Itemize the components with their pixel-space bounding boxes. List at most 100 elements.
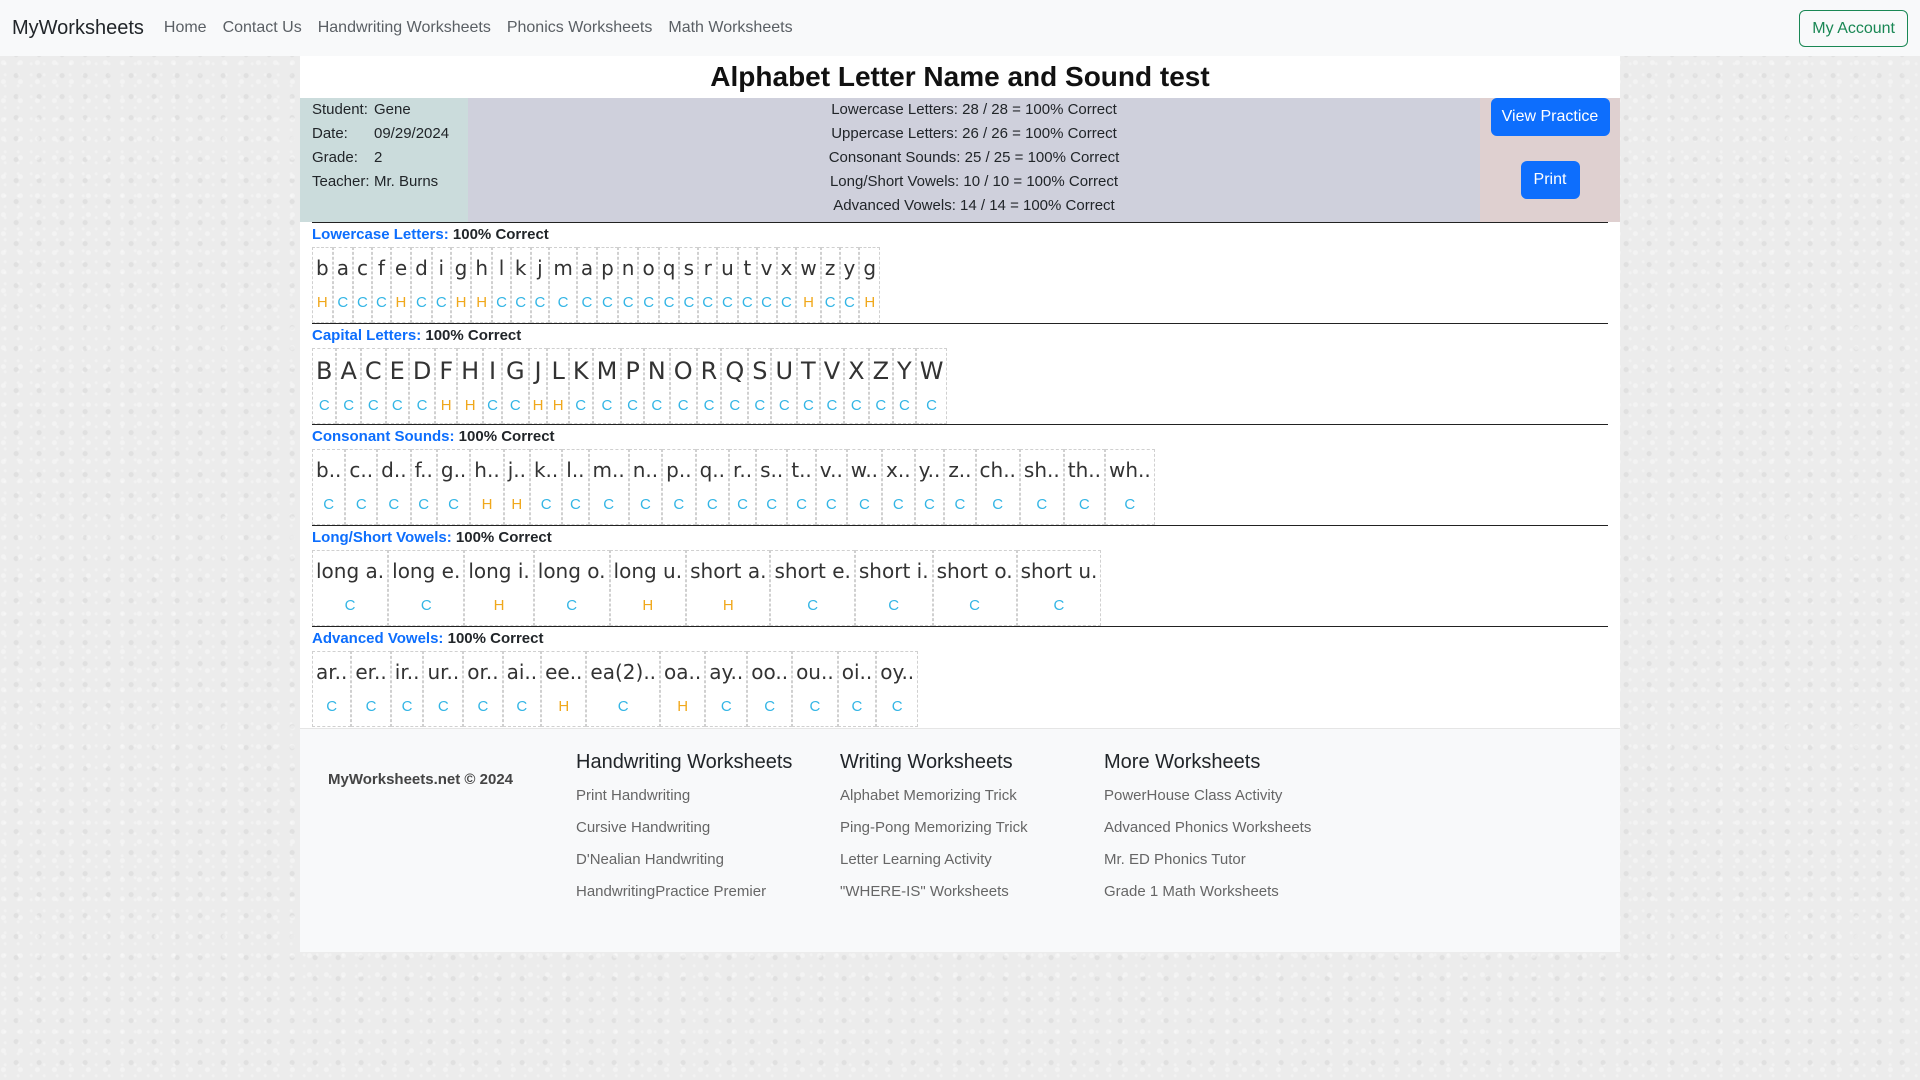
test-item: HH (457, 348, 484, 424)
footer-heading: More Worksheets (1104, 751, 1261, 773)
item-text: o (642, 256, 655, 280)
test-item: AC (336, 348, 361, 424)
footer-link[interactable]: Grade 1 Math Worksheets (1104, 876, 1311, 908)
test-item: RC (696, 348, 722, 424)
item-mark: C (898, 397, 910, 414)
footer-link[interactable]: Ping-Pong Memorizing Trick (840, 812, 1028, 844)
section-name: Lowercase Letters: (312, 226, 449, 243)
footer-link[interactable]: "WHERE-IS" Worksheets (840, 876, 1028, 908)
item-text: z (824, 256, 836, 280)
copyright: MyWorksheets.net © 2024 (328, 771, 514, 788)
nav-handwriting-worksheets[interactable]: Handwriting Worksheets (318, 19, 491, 37)
test-item: pC (597, 247, 618, 323)
top-navbar: MyWorksheets Home Contact Us Handwriting… (0, 0, 1920, 56)
footer-link[interactable]: PowerHouse Class Activity (1104, 780, 1311, 812)
test-item: aC (576, 247, 598, 323)
test-item: w.. C (846, 449, 883, 525)
score-summary: Lowercase Letters: 28 / 28 = 100% Correc… (468, 98, 1480, 222)
test-item: sC (679, 247, 699, 323)
test-item: NC (643, 348, 670, 424)
test-item: cC (352, 247, 372, 323)
item-mark: C (1124, 496, 1136, 513)
footer-link[interactable]: HandwritingPractice Premier (576, 876, 792, 908)
my-account-button[interactable]: My Account (1799, 10, 1908, 47)
test-item: mC (549, 247, 577, 323)
item-mark: C (824, 294, 836, 311)
item-mark: C (569, 496, 581, 513)
test-item: m.. C (588, 449, 629, 525)
test-item: GC (502, 348, 529, 424)
item-mark: C (926, 397, 937, 414)
item-text: H (461, 357, 480, 385)
test-item: er.. C (351, 651, 391, 727)
footer-link[interactable]: Alphabet Memorizing Trick (840, 780, 1028, 812)
item-text: j (537, 256, 543, 280)
item-text: r.. (732, 458, 753, 482)
item-text: b (316, 256, 329, 280)
item-mark: C (781, 294, 792, 311)
item-mark: C (892, 496, 904, 513)
item-text: er.. (355, 660, 387, 684)
footer-link[interactable]: Mr. ED Phonics Tutor (1104, 844, 1311, 876)
item-text: short a. (690, 559, 767, 583)
print-button[interactable]: Print (1520, 161, 1580, 199)
section-heading: Long/Short Vowels: 100% Correct (312, 526, 1608, 550)
footer-link[interactable]: Cursive Handwriting (576, 812, 792, 844)
item-mark: C (802, 397, 814, 414)
item-mark: C (566, 597, 578, 614)
item-mark: C (844, 294, 855, 311)
nav-math-worksheets[interactable]: Math Worksheets (668, 19, 792, 37)
test-item: ea(2).. C (586, 651, 661, 727)
score-long-short: Long/Short Vowels: 10 / 10 = 100% Correc… (829, 173, 1119, 190)
item-mark: H (511, 496, 523, 513)
nav-phonics-worksheets[interactable]: Phonics Worksheets (507, 19, 653, 37)
student-label: Student: (312, 101, 368, 118)
section-name: Long/Short Vowels: (312, 529, 452, 546)
footer-link[interactable]: D'Nealian Handwriting (576, 844, 792, 876)
test-item: VC (819, 348, 845, 424)
test-item: FH (435, 348, 458, 424)
item-mark: C (416, 294, 427, 311)
item-mark: H (464, 397, 476, 414)
test-item: WC (915, 348, 948, 424)
item-text: d.. (381, 458, 407, 482)
item-text: ay.. (709, 660, 744, 684)
footer-link[interactable]: Advanced Phonics Worksheets (1104, 812, 1311, 844)
item-text: B (316, 357, 333, 385)
item-mark: C (557, 294, 569, 311)
item-text: E (389, 357, 405, 385)
item-row: long a. Clong e. Clong i. Hlong o. Clong u. H… (312, 550, 1608, 626)
test-item: q.. C (695, 449, 729, 525)
test-item: bH (312, 247, 333, 323)
nav-home[interactable]: Home (164, 19, 207, 37)
item-text: W (919, 357, 944, 385)
item-mark: C (851, 698, 863, 715)
footer-link[interactable]: Print Handwriting (576, 780, 792, 812)
item-mark: C (617, 698, 629, 715)
section-result: 100% Correct (452, 226, 549, 243)
nav-contact-us[interactable]: Contact Us (223, 19, 302, 37)
test-item: JH (528, 348, 548, 424)
test-item: uC (717, 247, 738, 323)
footer-link[interactable]: Letter Learning Activity (840, 844, 1028, 876)
item-row: ar.. Cer.. Cir.. Cur.. Cor.. Cai.. Cee.. Hea(2)… (312, 651, 1608, 727)
item-mark: C (575, 397, 587, 414)
brand-link[interactable]: MyWorksheets (12, 17, 144, 40)
item-text: long u. (613, 559, 683, 583)
item-text: x (780, 256, 793, 280)
item-mark: C (720, 698, 732, 715)
item-text: p.. (666, 458, 692, 482)
item-mark: C (677, 397, 689, 414)
item-mark: C (809, 698, 821, 715)
item-text: ee.. (545, 660, 583, 684)
item-text: F (439, 357, 454, 385)
test-item: ur.. C (423, 651, 464, 727)
test-item: BC (312, 348, 337, 424)
test-item: OC (669, 348, 697, 424)
item-mark: H (493, 597, 505, 614)
test-item: XC (844, 348, 869, 424)
item-mark: C (534, 294, 546, 311)
item-mark: H (455, 294, 467, 311)
item-mark: H (803, 294, 814, 311)
view-practice-button[interactable]: View Practice (1490, 98, 1610, 136)
